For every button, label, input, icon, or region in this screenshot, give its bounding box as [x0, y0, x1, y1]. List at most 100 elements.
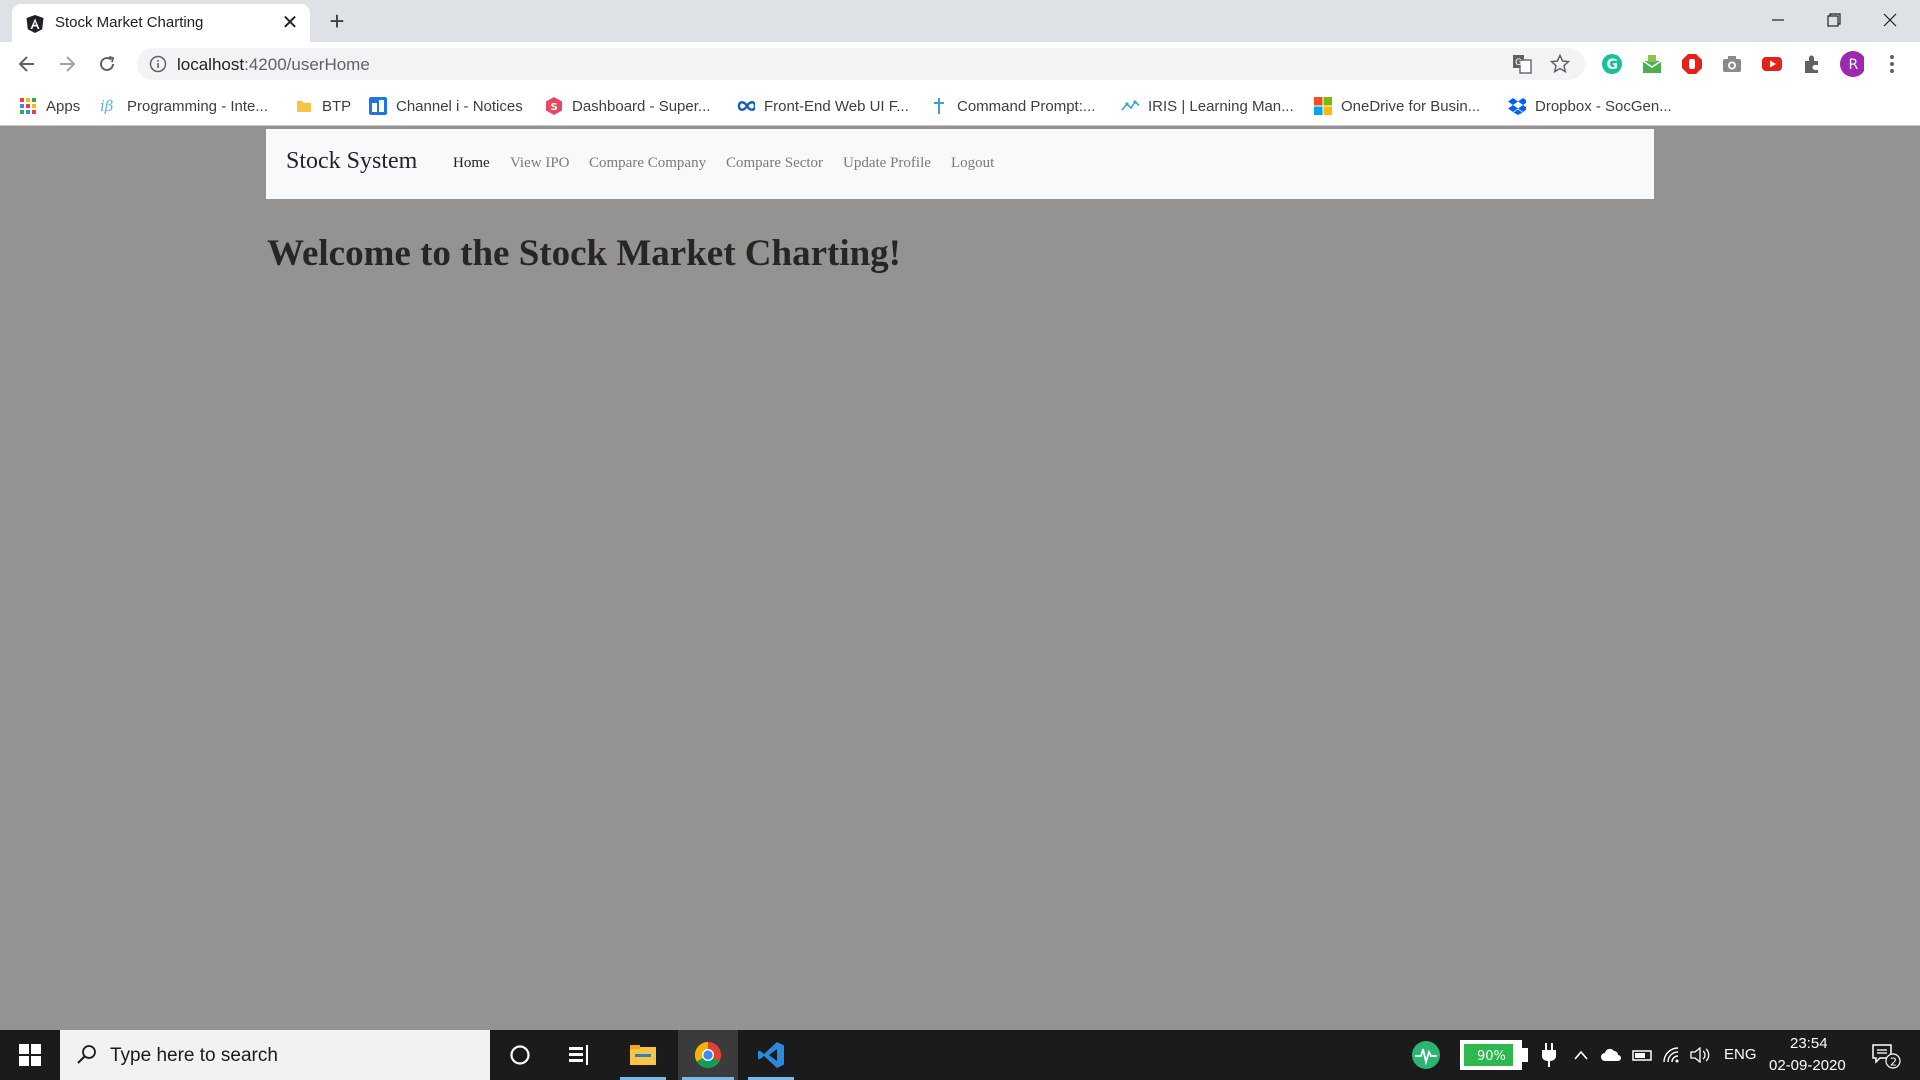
browser-toolbar: localhost:4200/userHome G G R [0, 42, 1920, 86]
welcome-heading: Welcome to the Stock Market Charting! [267, 233, 902, 274]
drive-icon[interactable] [1630, 1030, 1654, 1080]
supabase-icon: S [545, 97, 563, 115]
iris-icon [1121, 97, 1139, 115]
cloud-icon[interactable] [1598, 1030, 1624, 1080]
chrome-taskbar-button[interactable] [678, 1030, 738, 1080]
nav-update-profile[interactable]: Update Profile [843, 155, 931, 172]
bookmark-label: IRIS | Learning Man... [1148, 97, 1294, 115]
start-button[interactable] [0, 1030, 60, 1080]
browser-tab[interactable]: Stock Market Charting ✕ [12, 4, 310, 42]
battery-indicator[interactable]: 90% [1458, 1030, 1530, 1080]
url-host: localhost [177, 55, 245, 74]
extensions-puzzle-icon[interactable] [1800, 52, 1824, 76]
cortana-button[interactable] [496, 1030, 544, 1080]
brand-link[interactable]: Stock System [286, 148, 417, 175]
pin-icon [930, 97, 948, 115]
tab-close-icon[interactable]: ✕ [279, 12, 301, 34]
vscode-taskbar-button[interactable] [744, 1030, 798, 1080]
microsoft-logo-icon [1314, 97, 1332, 115]
bookmark-label: Command Prompt:... [957, 97, 1096, 115]
bookmark-label: BTP [322, 97, 352, 115]
tab-title: Stock Market Charting [55, 14, 204, 31]
channel-i-icon [369, 97, 387, 115]
nav-view-ipo[interactable]: View IPO [510, 155, 570, 172]
translate-icon[interactable]: G [1511, 53, 1533, 75]
bookmark-apps[interactable]: Apps [19, 94, 80, 118]
search-icon [77, 1045, 96, 1064]
bookmark-label: Front-End Web UI F... [764, 97, 909, 115]
chrome-icon [694, 1041, 722, 1069]
menu-dots-icon[interactable] [1880, 52, 1904, 76]
bookmark-channel-i[interactable]: Channel i - Notices [369, 94, 523, 118]
bookmark-programming[interactable]: iβ Programming - Inte... [100, 94, 268, 118]
grammarly-icon[interactable]: G [1600, 52, 1624, 76]
ib-logo-icon: iβ [100, 97, 118, 115]
profile-initial: R [1849, 57, 1859, 73]
folder-icon [295, 97, 313, 115]
wifi-icon[interactable] [1660, 1030, 1684, 1080]
svg-text:G: G [1515, 58, 1522, 68]
reload-icon [100, 56, 115, 71]
camera-icon[interactable] [1720, 52, 1744, 76]
restore-button[interactable] [1806, 0, 1862, 40]
bookmark-iris[interactable]: IRIS | Learning Man... [1121, 94, 1294, 118]
language-indicator[interactable]: ENG [1724, 1046, 1757, 1063]
svg-text:S: S [551, 102, 558, 113]
infinity-icon [737, 97, 755, 115]
url-path: :4200/userHome [244, 55, 370, 74]
address-bar[interactable]: localhost:4200/userHome G [137, 48, 1585, 80]
nav-home[interactable]: Home [453, 155, 490, 172]
bookmark-dashboard[interactable]: S Dashboard - Super... [545, 94, 710, 118]
health-monitor-icon[interactable] [1406, 1030, 1446, 1080]
notifications-button[interactable]: 2 [1866, 1030, 1906, 1080]
task-view-button[interactable] [556, 1030, 604, 1080]
chevron-up-icon[interactable] [1570, 1030, 1592, 1080]
restore-icon [1827, 13, 1841, 27]
mail-extension-icon[interactable] [1640, 52, 1664, 76]
power-plug-icon[interactable] [1536, 1030, 1562, 1080]
close-window-button[interactable] [1862, 0, 1918, 40]
bookmark-front-end[interactable]: Front-End Web UI F... [737, 94, 909, 118]
cortana-circle-icon [510, 1045, 530, 1065]
youtube-icon[interactable] [1760, 52, 1784, 76]
star-icon[interactable] [1549, 53, 1571, 75]
bookmarks-bar: Apps iβ Programming - Inte... BTP Channe… [0, 86, 1920, 126]
bookmark-label: Programming - Inte... [127, 97, 268, 115]
search-placeholder: Type here to search [110, 1045, 278, 1066]
svg-text:iβ: iβ [100, 97, 114, 115]
close-icon [1883, 13, 1897, 27]
file-explorer-button[interactable] [616, 1030, 670, 1080]
volume-icon[interactable] [1688, 1030, 1714, 1080]
arrow-right-icon [60, 56, 76, 72]
dropbox-icon [1508, 97, 1526, 115]
app-navbar: Stock System Home View IPO Compare Compa… [266, 129, 1654, 199]
url-text[interactable]: localhost:4200/userHome [177, 55, 370, 75]
file-explorer-icon [630, 1045, 656, 1065]
forward-button[interactable] [53, 50, 81, 78]
adblock-icon[interactable] [1680, 52, 1704, 76]
minimize-button[interactable] [1750, 0, 1806, 40]
bookmark-label: OneDrive for Busin... [1341, 97, 1481, 115]
notification-icon: 2 [1872, 1044, 1901, 1069]
nav-compare-sector[interactable]: Compare Sector [726, 155, 823, 172]
taskbar-search[interactable]: Type here to search [60, 1030, 490, 1080]
nav-logout[interactable]: Logout [951, 155, 994, 172]
info-icon[interactable] [149, 55, 167, 73]
reload-button[interactable] [93, 50, 121, 78]
notification-count: 2 [1890, 1056, 1897, 1069]
clock[interactable]: 23:54 02-09-2020 [1766, 1030, 1848, 1080]
bookmark-btp[interactable]: BTP [295, 94, 351, 118]
arrow-left-icon [18, 56, 34, 72]
bookmark-label: Dashboard - Super... [572, 97, 711, 115]
bookmark-command-prompt[interactable]: Command Prompt:... [930, 94, 1095, 118]
nav-compare-company[interactable]: Compare Company [589, 155, 706, 172]
bookmark-label: Apps [46, 97, 81, 115]
vscode-icon [758, 1042, 784, 1068]
profile-avatar[interactable]: R [1840, 51, 1864, 77]
back-button[interactable] [13, 50, 41, 78]
new-tab-button[interactable]: + [322, 6, 352, 36]
windows-logo-icon [19, 1044, 41, 1066]
battery-icon: 90% [1460, 1040, 1528, 1070]
bookmark-dropbox[interactable]: Dropbox - SocGen... [1508, 94, 1672, 118]
bookmark-onedrive[interactable]: OneDrive for Busin... [1314, 94, 1480, 118]
